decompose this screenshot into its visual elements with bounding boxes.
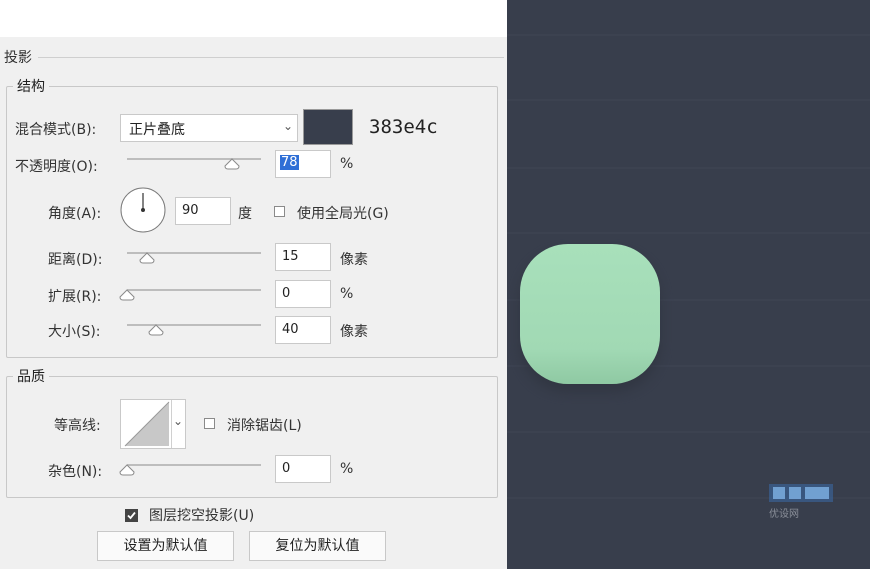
spread-unit: % [340, 286, 354, 302]
checkmark-icon [127, 511, 136, 520]
distance-unit: 像素 [340, 252, 368, 268]
distance-label: 距离(D): [48, 252, 103, 268]
spread-value: 0 [282, 286, 291, 301]
layer-style-panel: 投影 结构 混合模式(B): 正片叠底 ⌄ 383e4c 不透明度(O): 78… [0, 0, 507, 569]
watermark-logo [769, 484, 833, 506]
angle-value: 90 [182, 203, 199, 218]
size-value: 40 [282, 322, 299, 337]
contour-preview-icon [124, 401, 170, 447]
anti-alias-checkbox[interactable] [204, 418, 215, 429]
opacity-label: 不透明度(O): [15, 159, 98, 175]
global-light-checkbox[interactable] [274, 206, 285, 217]
noise-value: 0 [282, 461, 291, 476]
shadow-color-swatch[interactable] [303, 109, 353, 145]
spread-label: 扩展(R): [48, 289, 102, 305]
global-light-label: 使用全局光(G) [297, 206, 389, 222]
quality-title: 品质 [13, 366, 49, 386]
blend-mode-label: 混合模式(B): [15, 122, 97, 138]
size-unit: 像素 [340, 324, 368, 340]
watermark-text: 优设网 [769, 509, 799, 520]
angle-label: 角度(A): [48, 206, 102, 222]
blend-mode-select[interactable]: 正片叠底 ⌄ [120, 114, 298, 142]
rounded-shape [520, 244, 660, 384]
opacity-unit: % [340, 156, 354, 172]
angle-unit: 度 [238, 206, 252, 222]
distance-value: 15 [282, 249, 299, 264]
color-annotation: 383e4c [369, 116, 438, 138]
contour-picker[interactable]: ⌄ [120, 399, 186, 449]
noise-label: 杂色(N): [48, 464, 103, 480]
contour-label: 等高线: [54, 418, 101, 434]
section-title: 投影 [4, 50, 32, 66]
blend-mode-value: 正片叠底 [129, 122, 185, 138]
noise-input[interactable]: 0 [275, 455, 331, 483]
knockout-label: 图层挖空投影(U) [149, 508, 255, 524]
opacity-value: 78 [280, 155, 299, 170]
drop-shadow-settings: 投影 结构 混合模式(B): 正片叠底 ⌄ 383e4c 不透明度(O): 78… [0, 37, 507, 569]
chevron-down-icon: ⌄ [173, 414, 184, 428]
opacity-input[interactable]: 78 [275, 150, 331, 178]
noise-slider-track[interactable] [127, 464, 261, 466]
anti-alias-label: 消除锯齿(L) [227, 418, 302, 434]
size-label: 大小(S): [48, 324, 101, 340]
knockout-checkbox[interactable] [125, 509, 138, 522]
opacity-slider-track[interactable] [127, 158, 261, 160]
chevron-down-icon: ⌄ [282, 119, 293, 133]
structure-title: 结构 [13, 76, 49, 96]
section-divider [38, 57, 504, 58]
noise-unit: % [340, 461, 354, 477]
angle-input[interactable]: 90 [175, 197, 231, 225]
angle-dial[interactable] [119, 186, 167, 234]
spread-input[interactable]: 0 [275, 280, 331, 308]
set-default-button[interactable]: 设置为默认值 [97, 531, 234, 561]
preview-canvas: 优设网 [507, 0, 870, 569]
spread-slider-track[interactable] [127, 289, 261, 291]
size-input[interactable]: 40 [275, 316, 331, 344]
distance-input[interactable]: 15 [275, 243, 331, 271]
contour-divider [171, 400, 172, 448]
reset-default-button[interactable]: 复位为默认值 [249, 531, 386, 561]
